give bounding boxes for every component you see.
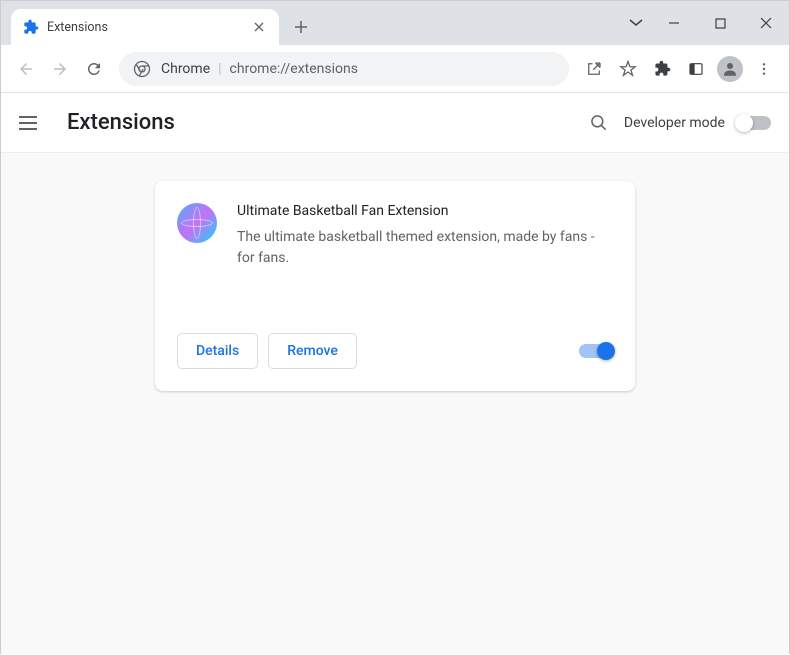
forward-button[interactable] (43, 52, 77, 86)
extension-description: The ultimate basketball themed extension… (237, 227, 613, 269)
browser-tab[interactable]: Extensions (11, 9, 279, 45)
address-bar[interactable]: Chrome | chrome://extensions (119, 52, 569, 86)
hamburger-menu-icon[interactable] (19, 109, 47, 137)
extension-name: Ultimate Basketball Fan Extension (237, 203, 613, 219)
bookmark-icon[interactable] (611, 52, 645, 86)
minimize-button[interactable] (651, 1, 697, 45)
extensions-page-header: Extensions Developer mode (1, 93, 789, 153)
sidepanel-icon[interactable] (679, 52, 713, 86)
close-window-button[interactable] (743, 1, 789, 45)
share-icon[interactable] (577, 52, 611, 86)
new-tab-button[interactable] (287, 13, 315, 41)
toolbar: Chrome | chrome://extensions (1, 45, 789, 93)
omnibox-scheme: Chrome (161, 61, 210, 77)
omnibox-url: chrome://extensions (230, 61, 358, 77)
window-controls (621, 1, 789, 45)
maximize-button[interactable] (697, 1, 743, 45)
page-title: Extensions (67, 110, 580, 135)
close-icon[interactable] (251, 19, 267, 35)
details-button[interactable]: Details (177, 333, 258, 369)
extension-enable-toggle[interactable] (579, 344, 613, 358)
remove-button[interactable]: Remove (268, 333, 357, 369)
extension-icon (177, 203, 217, 243)
omnibox-divider: | (218, 61, 221, 77)
kebab-menu-icon[interactable] (747, 52, 781, 86)
search-icon[interactable] (580, 104, 618, 142)
chevron-down-icon[interactable] (621, 1, 651, 45)
developer-mode-toggle[interactable] (737, 116, 771, 130)
profile-avatar[interactable] (717, 56, 743, 82)
window-titlebar: Extensions (1, 1, 789, 45)
developer-mode-label: Developer mode (624, 115, 725, 131)
extensions-content-area: Ultimate Basketball Fan Extension The ul… (1, 153, 789, 655)
extension-card: Ultimate Basketball Fan Extension The ul… (155, 181, 635, 391)
back-button[interactable] (9, 52, 43, 86)
puzzle-icon (23, 19, 39, 35)
chrome-icon (133, 60, 151, 78)
reload-button[interactable] (77, 52, 111, 86)
tab-title: Extensions (47, 20, 251, 35)
extensions-icon[interactable] (645, 52, 679, 86)
